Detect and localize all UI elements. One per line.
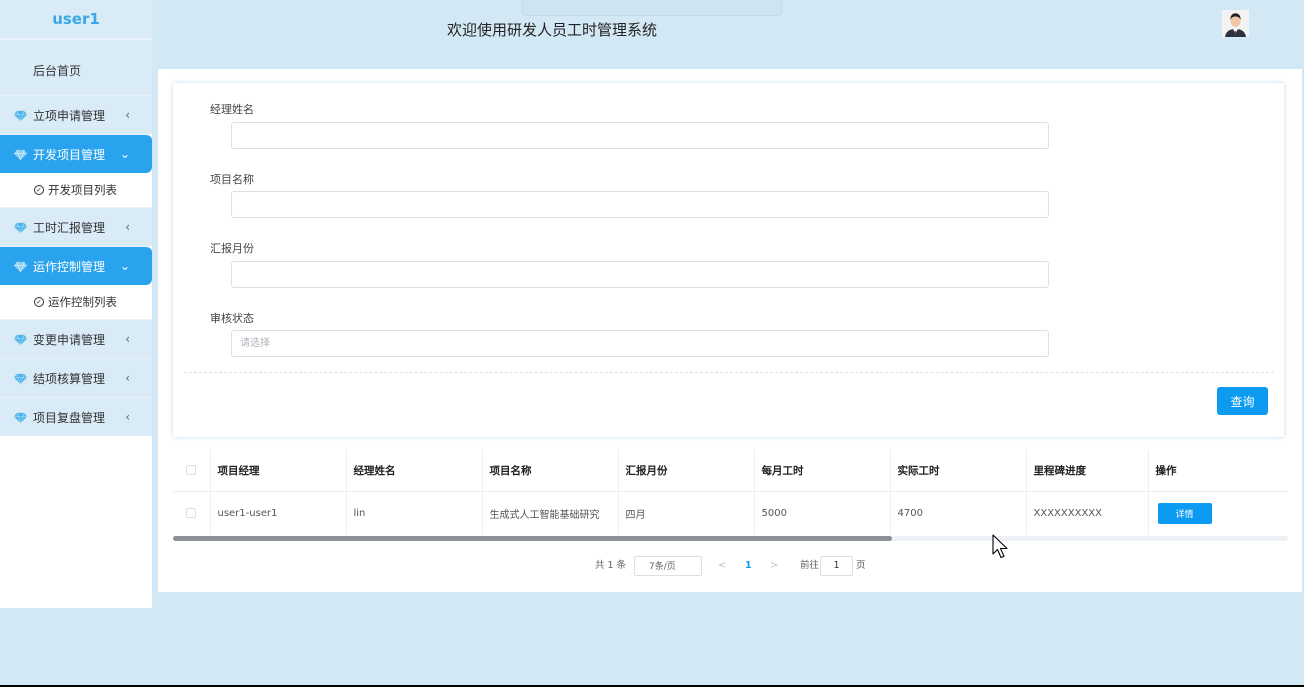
gem-icon — [14, 334, 27, 345]
page-title: 欢迎使用研发人员工时管理系统 — [447, 21, 658, 39]
chevron-left-icon: ‹ — [125, 410, 130, 424]
row-checkbox[interactable] — [186, 507, 197, 518]
select-all-cell[interactable] — [173, 450, 211, 492]
sidebar-subitem-operation-control-list[interactable]: ✓ 运作控制列表 — [0, 285, 152, 319]
column-header: 项目经理 — [210, 450, 347, 492]
column-header: 操作 — [1148, 450, 1288, 492]
project-name-input[interactable] — [231, 191, 1049, 218]
chevron-down-icon: ⌄ — [119, 147, 130, 161]
sidebar: user1 后台首页 立项申请管理 ‹ 开发项目管理 ⌄ ✓ 开发项目列表 工时… — [0, 0, 152, 608]
scrollbar-thumb[interactable] — [173, 536, 892, 541]
sidebar-item-label: 立项申请管理 — [33, 108, 106, 123]
sidebar-item-change-request[interactable]: 变更申请管理 ‹ — [0, 319, 152, 358]
chevron-left-icon: ‹ — [125, 108, 130, 122]
gem-icon — [14, 149, 27, 160]
sidebar-item-label: 工时汇报管理 — [33, 220, 106, 235]
check-circle-icon: ✓ — [34, 297, 44, 307]
goto-page-input[interactable] — [820, 556, 853, 576]
goto-label: 前往 — [800, 560, 820, 571]
page-number-current[interactable]: 1 — [745, 556, 752, 576]
column-header: 项目名称 — [482, 450, 619, 492]
cell-manager-name: lin — [346, 491, 483, 535]
page-unit-label: 页 — [856, 560, 866, 571]
row-select-cell[interactable] — [173, 491, 211, 535]
chevron-left-icon: ‹ — [125, 371, 130, 385]
sidebar-item-label: 开发项目管理 — [33, 147, 106, 162]
manager-name-label: 经理姓名 — [210, 103, 254, 116]
page-size-select[interactable]: 7条/页 — [634, 556, 702, 576]
sidebar-item-hours-report[interactable]: 工时汇报管理 ‹ — [0, 207, 152, 246]
column-header: 每月工时 — [754, 450, 891, 492]
sidebar-subitem-dev-project-list[interactable]: ✓ 开发项目列表 — [0, 173, 152, 207]
report-month-input[interactable] — [231, 261, 1049, 288]
sidebar-item-label: 项目复盘管理 — [33, 410, 106, 425]
cell-monthly-hours: 5000 — [754, 491, 891, 535]
total-count: 共 1 条 — [595, 560, 627, 571]
sidebar-brand: user1 — [0, 0, 152, 38]
chevron-left-icon: ‹ — [125, 332, 130, 346]
table-row: user1-user1 lin 生成式人工智能基础研究 四月 5000 4700… — [173, 491, 1288, 535]
sidebar-item-dev-project[interactable]: 开发项目管理 ⌄ — [0, 134, 152, 173]
cell-milestone: XXXXXXXXXX — [1026, 491, 1149, 535]
sidebar-item-label: 运作控制管理 — [33, 259, 106, 274]
chevron-left-icon: ‹ — [125, 220, 130, 234]
report-month-label: 汇报月份 — [210, 242, 254, 255]
data-table: 项目经理 经理姓名 项目名称 汇报月份 每月工时 实际工时 里程碑进度 操作 u… — [173, 450, 1288, 538]
faded-notification — [522, 0, 782, 16]
sidebar-item-project-application[interactable]: 立项申请管理 ‹ — [0, 95, 152, 134]
chevron-left-icon[interactable]: < — [718, 556, 726, 576]
chevron-down-icon: ⌄ — [119, 259, 130, 273]
sidebar-subitem-label: 开发项目列表 — [48, 183, 117, 197]
sidebar-item-home[interactable]: 后台首页 — [0, 38, 152, 95]
cell-actual-hours: 4700 — [890, 491, 1027, 535]
cell-project-name: 生成式人工智能基础研究 — [482, 491, 619, 535]
manager-name-input[interactable] — [231, 122, 1049, 149]
sidebar-item-closing-accounting[interactable]: 结项核算管理 ‹ — [0, 358, 152, 397]
search-form: 经理姓名 项目名称 汇报月份 审核状态 查询 — [173, 83, 1284, 437]
sidebar-item-label: 结项核算管理 — [33, 371, 106, 386]
table-header-row: 项目经理 经理姓名 项目名称 汇报月份 每月工时 实际工时 里程碑进度 操作 — [173, 450, 1288, 492]
column-header: 里程碑进度 — [1026, 450, 1149, 492]
gem-icon — [14, 222, 27, 233]
column-header: 经理姓名 — [346, 450, 483, 492]
user-avatar[interactable] — [1222, 10, 1249, 37]
sidebar-item-project-review[interactable]: 项目复盘管理 ‹ — [0, 397, 152, 436]
select-all-checkbox[interactable] — [186, 465, 197, 476]
sidebar-item-label: 变更申请管理 — [33, 332, 106, 347]
column-header: 汇报月份 — [618, 450, 755, 492]
project-name-label: 项目名称 — [210, 173, 254, 186]
gem-icon — [14, 412, 27, 423]
main-panel: 经理姓名 项目名称 汇报月份 审核状态 查询 项目经理 经理姓名 项目名称 汇报… — [158, 69, 1302, 592]
review-status-label: 审核状态 — [210, 312, 254, 325]
review-status-select[interactable] — [231, 330, 1049, 357]
horizontal-scrollbar[interactable] — [173, 536, 1288, 541]
cell-report-month: 四月 — [618, 491, 755, 535]
pagination: 共 1 条 7条/页 < 1 > 前往 页 — [158, 556, 1302, 576]
gem-icon — [14, 110, 27, 121]
check-circle-icon: ✓ — [34, 185, 44, 195]
mouse-cursor-icon — [992, 534, 1008, 559]
divider — [184, 372, 1274, 373]
query-button[interactable]: 查询 — [1217, 387, 1268, 415]
cell-manager: user1-user1 — [210, 491, 347, 535]
gem-icon — [14, 373, 27, 384]
sidebar-subitem-label: 运作控制列表 — [48, 295, 117, 309]
sidebar-item-operation-control[interactable]: 运作控制管理 ⌄ — [0, 246, 152, 285]
chevron-right-icon[interactable]: > — [770, 556, 778, 576]
column-header: 实际工时 — [890, 450, 1027, 492]
cell-actions: 详情 — [1148, 491, 1288, 535]
gem-icon — [14, 261, 27, 272]
detail-button[interactable]: 详情 — [1157, 502, 1212, 524]
